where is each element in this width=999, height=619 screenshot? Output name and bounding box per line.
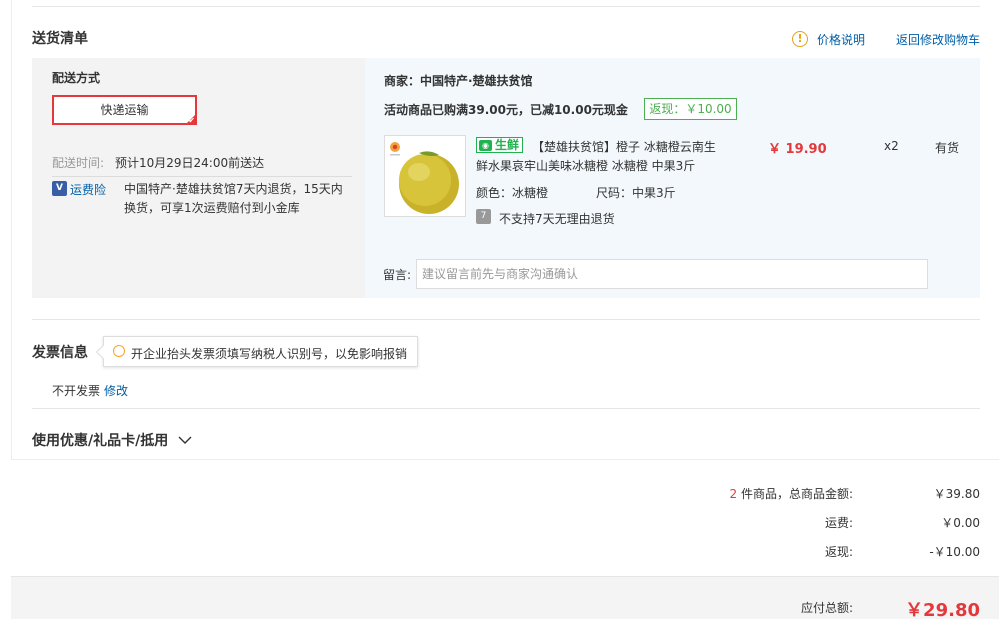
merchant-name: 商家：中国特产·楚雄扶贫馆: [384, 74, 533, 88]
rebate-badge: 返现：￥10.00: [644, 98, 737, 120]
invoice-tip-text: 开企业抬头发票须填写纳税人识别号，以免影响报销: [131, 347, 408, 361]
delivery-list-title: 送货清单: [32, 31, 88, 47]
shipping-method-panel: [32, 58, 365, 298]
return-policy: 不支持7天无理由退货: [499, 212, 615, 226]
coupon-title: 使用优惠/礼品卡/抵用: [32, 433, 169, 449]
top-divider: [32, 6, 980, 7]
price-info-link[interactable]: 价格说明: [817, 31, 865, 48]
product-size-value: 中果3斤: [632, 186, 676, 200]
info-warning-icon: !: [792, 31, 808, 47]
check-icon: ✔: [188, 116, 195, 125]
back-to-cart-link[interactable]: 返回修改购物车: [896, 31, 980, 48]
fresh-tag: ◉ 生鲜: [476, 137, 524, 153]
stock-status: 有货: [935, 141, 960, 155]
product-quantity: x2: [884, 139, 899, 153]
insurance-desc-line-2: 换货，可享1次运费赔付到小金库: [124, 201, 300, 215]
fresh-icon: ◉: [479, 139, 492, 151]
items-total-value: ￥39.80: [933, 487, 980, 501]
shipping-fee-value: ￥0.00: [941, 516, 980, 530]
express-shipping-option[interactable]: 快递运输 ✔: [52, 95, 197, 125]
items-total-label: 2 件商品，总商品金额:: [729, 485, 853, 502]
product-size-label: 尺码：: [596, 186, 633, 200]
shield-icon: V: [52, 181, 67, 196]
chevron-down-icon: [178, 436, 192, 444]
invoice-divider: [32, 319, 980, 320]
invoice-title: 发票信息: [32, 345, 88, 361]
item-count: 2: [729, 487, 738, 501]
product-image[interactable]: [384, 135, 466, 217]
product-price: ￥ 19.90: [768, 142, 827, 157]
fresh-tag-label: 生鲜: [495, 138, 520, 152]
express-shipping-label: 快递运输: [100, 103, 149, 117]
items-total-text: 件商品，总商品金额:: [740, 487, 853, 501]
product-color-label: 颜色：: [476, 186, 513, 200]
lightbulb-icon: [113, 345, 125, 357]
message-input[interactable]: [416, 259, 928, 289]
delivery-time-value: 预计10月29日24:00前送达: [115, 156, 265, 170]
payable-label: 应付总额:: [800, 601, 853, 615]
no-return-icon: 7: [476, 209, 491, 224]
invoice-tip: 开企业抬头发票须填写纳税人识别号，以免影响报销: [95, 336, 418, 367]
product-color-value: 冰糖橙: [512, 186, 549, 200]
promo-text: 活动商品已购满39.00元，已减10.00元现金: [384, 103, 628, 117]
invoice-status: 不开发票: [52, 384, 101, 398]
message-label: 留言:: [383, 268, 412, 282]
orange-image: [385, 136, 465, 216]
delivery-time-label: 配送时间:: [52, 156, 105, 170]
product-title-line-2[interactable]: 鲜水果哀牢山美味冰糖橙 冰糖橙 中果3斤: [476, 157, 695, 174]
insurance-desc-line-1: 中国特产·楚雄扶贫馆7天内退货，15天内: [124, 182, 343, 196]
shipping-divider: [52, 176, 352, 177]
coupon-divider: [32, 408, 980, 409]
rebate-label: 返现:: [824, 545, 853, 559]
invoice-edit-link[interactable]: 修改: [104, 382, 128, 399]
rebate-value: -￥10.00: [929, 545, 980, 559]
shipping-method-label: 配送方式: [52, 71, 101, 85]
coupon-toggle[interactable]: 使用优惠/礼品卡/抵用: [32, 430, 192, 450]
payable-amount: ￥29.80: [905, 600, 980, 619]
shipping-fee-label: 运费:: [824, 516, 853, 530]
product-title-line-1[interactable]: 【楚雄扶贫馆】橙子 冰糖橙云南生: [532, 138, 716, 155]
shipping-insurance-link[interactable]: 运费险: [70, 181, 106, 198]
